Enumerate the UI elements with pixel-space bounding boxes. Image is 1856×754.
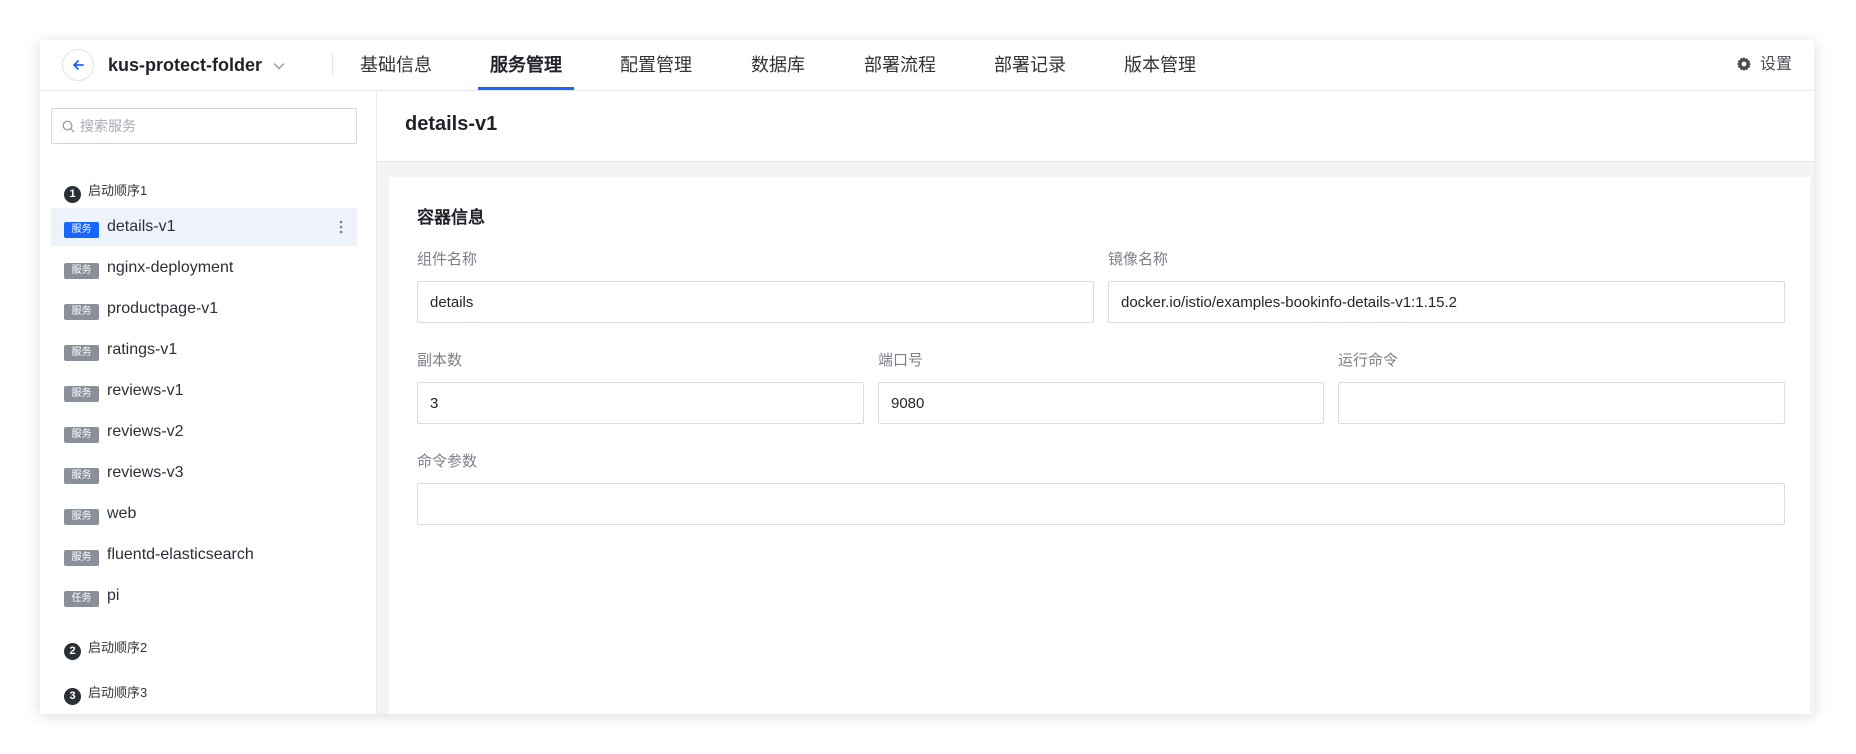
component-name-label: 组件名称 [417, 251, 478, 268]
service-item-web[interactable]: 服务 web [51, 495, 357, 533]
service-item-reviews-v2[interactable]: 服务 reviews-v2 [51, 413, 357, 451]
arrow-left-icon [73, 60, 84, 70]
service-item-productpage-v1[interactable]: 服务 productpage-v1 [51, 290, 357, 328]
group-number: 1 [64, 186, 81, 203]
section-title: 容器信息 [417, 208, 485, 227]
page-title: details-v1 [405, 113, 498, 135]
type-badge: 服务 [64, 468, 99, 484]
image-name-input[interactable] [1108, 281, 1785, 323]
tab-deploy-records[interactable]: 部署记录 [994, 40, 1066, 90]
group-number: 3 [64, 688, 81, 705]
group-label: 启动顺序3 [88, 685, 148, 700]
component-name-input[interactable] [417, 281, 1094, 323]
search-box [51, 108, 357, 144]
group-title-1: 1 启动顺序1 [64, 181, 148, 203]
type-badge: 服务 [64, 304, 99, 320]
type-badge: 服务 [64, 427, 99, 443]
service-name: reviews-v3 [107, 464, 184, 481]
settings-button[interactable]: 设置 [1736, 52, 1792, 78]
chevron-down-icon [273, 63, 285, 70]
tab-service-management[interactable]: 服务管理 [478, 40, 574, 90]
service-item-fluentd-elasticsearch[interactable]: 服务 fluentd-elasticsearch [51, 536, 357, 574]
port-label: 端口号 [878, 352, 924, 369]
service-name: reviews-v2 [107, 423, 184, 440]
top-bar: kus-protect-folder 基础信息 服务管理 配置管理 数据库 部署… [40, 40, 1814, 91]
service-item-reviews-v3[interactable]: 服务 reviews-v3 [51, 454, 357, 492]
tab-deploy-pipeline[interactable]: 部署流程 [864, 40, 936, 90]
type-badge: 服务 [64, 386, 99, 402]
service-item-nginx-deployment[interactable]: 服务 nginx-deployment [51, 249, 357, 287]
group-title-3: 3 启动顺序3 [64, 683, 148, 705]
type-badge: 服务 [64, 222, 99, 238]
service-name: ratings-v1 [107, 341, 178, 358]
service-item-ratings-v1[interactable]: 服务 ratings-v1 [51, 331, 357, 369]
service-name: details-v1 [107, 218, 176, 235]
service-name: productpage-v1 [107, 300, 219, 317]
settings-label: 设置 [1759, 56, 1792, 73]
service-item-reviews-v1[interactable]: 服务 reviews-v1 [51, 372, 357, 410]
service-name: nginx-deployment [107, 259, 234, 276]
service-item-pi[interactable]: 任务 pi [51, 577, 357, 615]
type-badge: 服务 [64, 509, 99, 525]
service-name: web [107, 505, 137, 522]
service-item-details-v1[interactable]: 服务 details-v1 [51, 208, 357, 246]
replicas-input[interactable] [417, 382, 864, 424]
group-number: 2 [64, 643, 81, 660]
search-input[interactable] [80, 109, 350, 143]
service-name: fluentd-elasticsearch [107, 546, 254, 563]
project-name: kus-protect-folder [108, 55, 263, 75]
gear-icon [1736, 57, 1751, 71]
app-window: kus-protect-folder 基础信息 服务管理 配置管理 数据库 部署… [40, 40, 1814, 714]
tab-database[interactable]: 数据库 [751, 40, 805, 90]
type-badge: 任务 [64, 591, 99, 607]
main-content: details-v1 容器信息 组件名称 镜像名称 副本数 端口号 运行命令 命… [377, 91, 1814, 714]
service-name: pi [107, 587, 120, 604]
detail-header: details-v1 [377, 91, 1814, 162]
group-label: 启动顺序2 [88, 640, 148, 655]
tab-version-management[interactable]: 版本管理 [1124, 40, 1196, 90]
command-args-label: 命令参数 [417, 453, 478, 470]
service-sidebar: 1 启动顺序1 服务 details-v1 服务 nginx-deployment 服… [40, 91, 377, 714]
more-vertical-icon[interactable] [339, 220, 343, 234]
type-badge: 服务 [64, 550, 99, 566]
group-label: 启动顺序1 [88, 183, 148, 198]
container-info-panel: 容器信息 组件名称 镜像名称 副本数 端口号 运行命令 命令参数 [389, 177, 1810, 714]
tab-config-management[interactable]: 配置管理 [620, 40, 692, 90]
search-icon [62, 120, 75, 133]
header-divider [332, 54, 333, 76]
type-badge: 服务 [64, 345, 99, 361]
port-input[interactable] [878, 382, 1324, 424]
project-selector[interactable]: kus-protect-folder [108, 52, 285, 78]
image-name-label: 镜像名称 [1108, 251, 1169, 268]
group-title-2: 2 启动顺序2 [64, 638, 148, 660]
run-command-input[interactable] [1338, 382, 1785, 424]
tab-basic-info[interactable]: 基础信息 [360, 40, 432, 90]
run-command-label: 运行命令 [1338, 352, 1399, 369]
replicas-label: 副本数 [417, 352, 463, 369]
service-name: reviews-v1 [107, 382, 184, 399]
type-badge: 服务 [64, 263, 99, 279]
back-button[interactable] [62, 49, 94, 81]
command-args-input[interactable] [417, 483, 1785, 525]
